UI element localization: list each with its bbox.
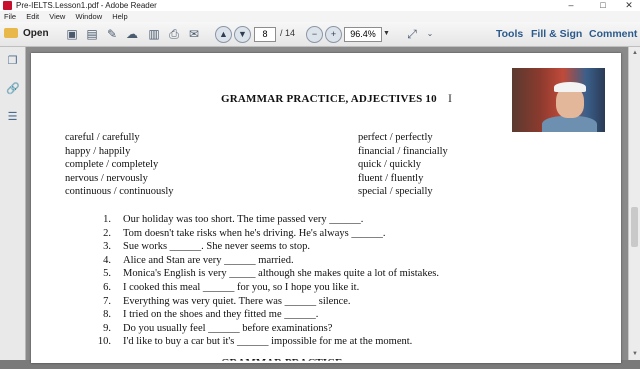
menu-view[interactable]: View — [49, 12, 65, 21]
exercise-number: 8. — [103, 309, 111, 321]
zoom-dropdown-icon[interactable]: ▼ — [383, 27, 390, 40]
fit-page-icon[interactable]: ⤢ — [404, 26, 420, 42]
menu-window[interactable]: Window — [75, 12, 102, 21]
exercise-list: 1. Our holiday was too short. The time pa… — [83, 213, 439, 349]
word-pairs-left: careful / carefully happy / happily comp… — [65, 131, 174, 199]
word-pair: perfect / perfectly — [358, 132, 433, 143]
exercise-number: 10. — [97, 336, 111, 348]
exercise-item: 7. Everything was very quiet. There was _… — [83, 295, 439, 309]
word-pair: special / specially — [358, 186, 433, 198]
create-pdf-icon[interactable]: ▣ — [64, 26, 80, 42]
edit-pdf-icon[interactable]: ▤ — [84, 26, 100, 42]
minimize-button[interactable]: – — [560, 0, 582, 11]
toolbar-options-icon[interactable]: ⌄ — [422, 26, 438, 42]
word-pairs-right: perfect / perfectly financial / financia… — [358, 131, 448, 199]
exercise-text: I cooked this meal ______ for you, so I … — [123, 281, 360, 293]
exercise-item: 1. Our holiday was too short. The time pa… — [83, 213, 439, 227]
open-label: Open — [23, 28, 49, 39]
page-number-input[interactable]: 8 — [254, 27, 276, 42]
exercise-item: 8. I tried on the shoes and they fitted m… — [83, 308, 439, 322]
adobe-reader-icon — [3, 1, 12, 10]
word-pair: happy / happily — [65, 145, 131, 157]
title-bar: Pre-IELTS.Lesson1.pdf - Adobe Reader – □… — [0, 0, 640, 11]
word-pair: complete / completely — [65, 159, 159, 171]
exercise-item: 10. I'd like to buy a car but it's ______… — [83, 335, 439, 349]
exercise-item: 9. Do you usually feel ______ before exam… — [83, 322, 439, 336]
exercise-number: 5. — [103, 268, 111, 280]
exercise-item: 4. Alice and Stan are very ______ married… — [83, 254, 439, 268]
presenter-shirt — [542, 116, 597, 132]
navigation-panel: ❐ 🔗 ☰ — [0, 47, 26, 360]
exercise-text: Do you usually feel ______ before examin… — [123, 322, 333, 334]
zoom-in-button[interactable]: + — [325, 26, 342, 43]
menu-edit[interactable]: Edit — [26, 12, 39, 21]
word-pair: financial / financially — [358, 145, 448, 157]
folder-icon — [4, 28, 18, 39]
exercise-number: 4. — [103, 254, 111, 266]
email-icon[interactable]: ✉ — [186, 26, 202, 42]
presenter-cap — [554, 82, 586, 92]
bookmarks-icon[interactable]: ☰ — [6, 111, 19, 124]
tools-pane-button[interactable]: Tools — [496, 26, 523, 42]
word-pair: continuous / continuously — [65, 186, 174, 198]
exercise-number: 9. — [103, 322, 111, 334]
vertical-scrollbar[interactable]: ▲ ▼ — [628, 47, 640, 360]
exercise-number: 6. — [103, 281, 111, 293]
scroll-down-icon[interactable]: ▼ — [630, 350, 640, 358]
text-cursor-icon: I — [448, 91, 452, 105]
exercise-text: Alice and Stan are very ______ married. — [123, 254, 294, 266]
word-pair: quick / quickly — [358, 159, 421, 171]
word-pair: fluent / fluently — [358, 172, 424, 184]
print-icon[interactable]: ⎙ — [166, 26, 182, 42]
exercise-text: Monica's English is very _____ although … — [123, 268, 439, 280]
save-icon[interactable]: ▥ — [146, 26, 162, 42]
word-pair: nervous / nervously — [65, 172, 148, 184]
next-section-heading: GRAMMAR PRACTICE — [221, 357, 343, 369]
exercise-text: I tried on the shoes and they fitted me … — [123, 309, 319, 321]
exercise-text: Everything was very quiet. There was ___… — [123, 295, 351, 307]
next-page-button[interactable]: ▼ — [234, 26, 251, 43]
exercise-item: 2. Tom doesn't take risks when he's drivi… — [83, 227, 439, 241]
previous-page-button[interactable]: ▲ — [215, 26, 232, 43]
exercise-text: Tom doesn't take risks when he's driving… — [123, 227, 386, 239]
scrollbar-thumb[interactable] — [631, 207, 638, 247]
word-pair: careful / carefully — [65, 132, 140, 143]
exercise-number: 7. — [103, 295, 111, 307]
exercise-item: 3. Sue works ______. She never seems to s… — [83, 240, 439, 254]
exercise-number: 3. — [103, 241, 111, 253]
scroll-up-icon[interactable]: ▲ — [630, 49, 640, 57]
exercise-text: Sue works ______. She never seems to sto… — [123, 241, 310, 253]
toolbar: Open ▣ ▤ ✎ ☁ ▥ ⎙ ✉ ▲ ▼ 8 / 14 − + 96.4% … — [0, 22, 640, 47]
page-thumbnails-icon[interactable]: ❐ — [6, 55, 19, 68]
exercise-number: 1. — [103, 214, 111, 225]
page-total: / 14 — [280, 28, 296, 38]
menu-file[interactable]: File — [4, 12, 16, 21]
upload-icon[interactable]: ☁ — [124, 26, 140, 42]
exercise-item: 6. I cooked this meal ______ for you, so … — [83, 281, 439, 295]
zoom-out-button[interactable]: − — [306, 26, 323, 43]
close-button[interactable]: ✕ — [618, 0, 640, 11]
sign-icon[interactable]: ✎ — [104, 26, 120, 42]
window-title: Pre-IELTS.Lesson1.pdf - Adobe Reader — [16, 1, 157, 10]
comment-pane-button[interactable]: Comment — [589, 26, 637, 42]
attachments-icon[interactable]: 🔗 — [6, 83, 20, 96]
exercise-text: I'd like to buy a car but it's ______ im… — [123, 336, 413, 348]
menu-help[interactable]: Help — [112, 12, 127, 21]
document-title: GRAMMAR PRACTICE, ADJECTIVES 10 — [221, 93, 437, 105]
maximize-button[interactable]: □ — [592, 0, 614, 11]
open-button[interactable]: Open — [4, 25, 49, 43]
exercise-text: Our holiday was too short. The time pass… — [123, 214, 364, 225]
fill-sign-pane-button[interactable]: Fill & Sign — [531, 26, 582, 42]
exercise-number: 2. — [103, 227, 111, 239]
menu-bar: File Edit View Window Help — [0, 11, 640, 22]
exercise-item: 5. Monica's English is very _____ althoug… — [83, 267, 439, 281]
webcam-overlay — [512, 68, 605, 132]
zoom-level-input[interactable]: 96.4% — [344, 27, 382, 42]
